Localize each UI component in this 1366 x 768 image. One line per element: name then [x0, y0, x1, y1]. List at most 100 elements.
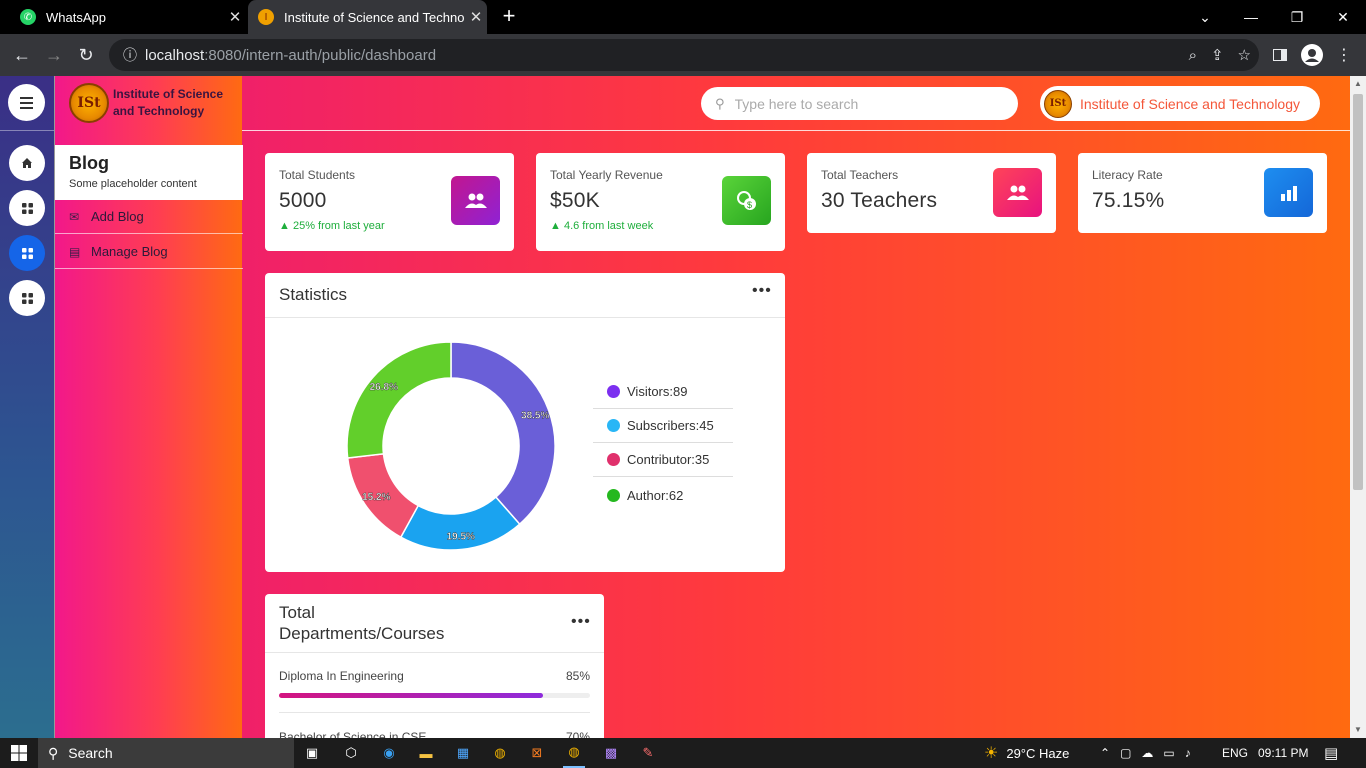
- menu-kebab-icon[interactable]: ⋮: [1336, 43, 1352, 67]
- bookmark-star-icon[interactable]: ☆: [1238, 46, 1251, 64]
- restore-button[interactable]: ❐: [1274, 0, 1320, 34]
- apps-button-2[interactable]: [9, 235, 45, 271]
- sidebar-item-manage-blog[interactable]: ▤ Manage Blog: [55, 235, 243, 269]
- brand-name-line2: and Technology: [113, 104, 205, 118]
- paint-icon[interactable]: ✎: [637, 738, 659, 768]
- profile-avatar[interactable]: [1300, 43, 1324, 67]
- chrome-icon[interactable]: ◍: [489, 738, 511, 768]
- edge-icon[interactable]: ◉: [378, 738, 400, 768]
- legend-dot: [607, 453, 620, 466]
- panel-title: Statistics: [279, 285, 348, 304]
- app-icon[interactable]: ⬡: [340, 738, 362, 768]
- stat-label: Total Students: [279, 168, 356, 182]
- store-icon[interactable]: ▦: [452, 738, 474, 768]
- side-panel-icon[interactable]: [1270, 43, 1290, 67]
- hamburger-menu-button[interactable]: [8, 84, 45, 121]
- share-icon[interactable]: ⇪: [1211, 46, 1224, 64]
- institute-favicon-icon: I: [258, 9, 274, 25]
- volume-icon[interactable]: ♪: [1185, 746, 1191, 760]
- weather-widget[interactable]: ☀ 29°C Haze: [984, 738, 1069, 768]
- tab-search-icon[interactable]: ⌄: [1182, 0, 1228, 34]
- search-box[interactable]: ⚲: [701, 87, 1018, 120]
- scrollbar-thumb[interactable]: [1353, 94, 1363, 490]
- close-tab-icon[interactable]: ✕: [465, 8, 487, 26]
- institute-profile-button[interactable]: ISt Institute of Science and Technology: [1040, 86, 1320, 121]
- course-percent: 70%: [565, 730, 590, 738]
- time-text: 09:11 PM: [1258, 746, 1309, 760]
- brand[interactable]: ISt Institute of Science and Technology: [55, 76, 243, 130]
- trend-text: 4.6 from last week: [563, 220, 654, 232]
- minimize-button[interactable]: —: [1228, 0, 1274, 34]
- clock[interactable]: 09:11 PM: [1258, 738, 1308, 768]
- network-icon[interactable]: ▭: [1163, 746, 1174, 760]
- whatsapp-icon: ✆: [20, 9, 36, 25]
- stat-trend: ▲ 4.6 from last week: [550, 220, 654, 232]
- legend-dot: [607, 385, 620, 398]
- tab-whatsapp[interactable]: ✆ WhatsApp ✕: [10, 0, 246, 34]
- apps-button-1[interactable]: [9, 190, 45, 226]
- language-indicator[interactable]: ENG: [1222, 738, 1248, 768]
- taskbar-search-label: Search: [68, 745, 113, 761]
- notifications-icon[interactable]: ▤: [1324, 738, 1338, 768]
- url-path: :8080/intern-auth/public/dashboard: [204, 46, 437, 64]
- stat-trend: ▲ 25% from last year: [279, 220, 385, 232]
- chevron-up-icon[interactable]: ⌃: [1100, 746, 1110, 760]
- xampp-icon[interactable]: ⊠: [526, 738, 548, 768]
- donut-slice-author[interactable]: [346, 341, 452, 459]
- zoom-icon[interactable]: ⌕: [1189, 47, 1197, 64]
- meet-now-icon[interactable]: ▢: [1120, 746, 1131, 760]
- home-button[interactable]: [9, 145, 45, 181]
- scroll-up-icon[interactable]: ▲: [1350, 76, 1366, 92]
- sidebar-item-add-blog[interactable]: ✉ Add Blog: [55, 200, 243, 234]
- phpstorm-icon[interactable]: ▩: [600, 738, 622, 768]
- stat-card-revenue: Total Yearly Revenue $50K ▲ 4.6 from las…: [536, 153, 785, 251]
- donut-slice-visitors[interactable]: [450, 341, 556, 526]
- course-item: Bachelor of Science in CSE 70%: [279, 730, 590, 738]
- stat-card-literacy: Literacy Rate 75.15%: [1078, 153, 1327, 233]
- legend-label: Contributor:35: [627, 452, 710, 467]
- progress-bar: [279, 693, 590, 698]
- chrome-active-icon[interactable]: ◍: [563, 738, 585, 768]
- forward-icon[interactable]: →: [42, 43, 66, 67]
- users-icon: [993, 168, 1042, 217]
- tab-institute[interactable]: I Institute of Science and Technology ✕: [248, 0, 487, 34]
- users-icon: [451, 176, 500, 225]
- donut-label-visitors: 38.5%: [521, 410, 549, 421]
- site-info-icon[interactable]: ⓘ: [115, 45, 145, 65]
- url-host: localhost: [145, 46, 205, 64]
- sidebar-item-label: Add Blog: [91, 209, 144, 224]
- header-divider: [242, 130, 1350, 131]
- new-tab-button[interactable]: +: [498, 5, 520, 28]
- taskbar-search[interactable]: ⚲ Search: [38, 738, 294, 768]
- panel-title-line1: Total: [279, 603, 315, 622]
- search-icon: ⚲: [715, 95, 725, 111]
- bar-chart-icon: [1264, 168, 1313, 217]
- progress-fill: [279, 693, 544, 698]
- close-tab-icon[interactable]: ✕: [224, 8, 246, 26]
- trend-text: 25% from last year: [292, 220, 385, 232]
- address-bar[interactable]: ⓘ localhost:8080/intern-auth/public/dash…: [109, 39, 1259, 71]
- more-options-icon[interactable]: •••: [571, 613, 591, 631]
- panel-title: Total Departments/Courses: [279, 602, 444, 644]
- back-icon[interactable]: ←: [10, 43, 34, 67]
- file-explorer-icon[interactable]: ▬: [415, 738, 437, 768]
- scroll-down-icon[interactable]: ▼: [1350, 722, 1366, 738]
- reload-icon[interactable]: ↻: [74, 43, 98, 67]
- stat-value: 5000: [279, 189, 327, 212]
- more-options-icon[interactable]: •••: [752, 282, 772, 300]
- cloud-icon[interactable]: ☁: [1141, 746, 1153, 760]
- task-view-icon[interactable]: ▣: [300, 738, 324, 768]
- donut-label-author: 26.8%: [370, 382, 398, 393]
- windows-start-icon[interactable]: [0, 738, 38, 768]
- apps-button-3[interactable]: [9, 280, 45, 316]
- page-scrollbar[interactable]: ▲ ▼: [1350, 76, 1366, 738]
- close-window-button[interactable]: ✕: [1320, 0, 1366, 34]
- brand-name-line1: Institute of Science: [113, 87, 224, 101]
- svg-text:$: $: [747, 200, 752, 210]
- page-viewport: ISt Institute of Science and Technology …: [0, 76, 1350, 738]
- panel-title-line2: Departments/Courses: [279, 624, 445, 643]
- legend-dot: [607, 419, 620, 432]
- rail-divider: [0, 130, 54, 131]
- search-input[interactable]: [734, 95, 995, 112]
- legend-label: Visitors:89: [627, 384, 688, 399]
